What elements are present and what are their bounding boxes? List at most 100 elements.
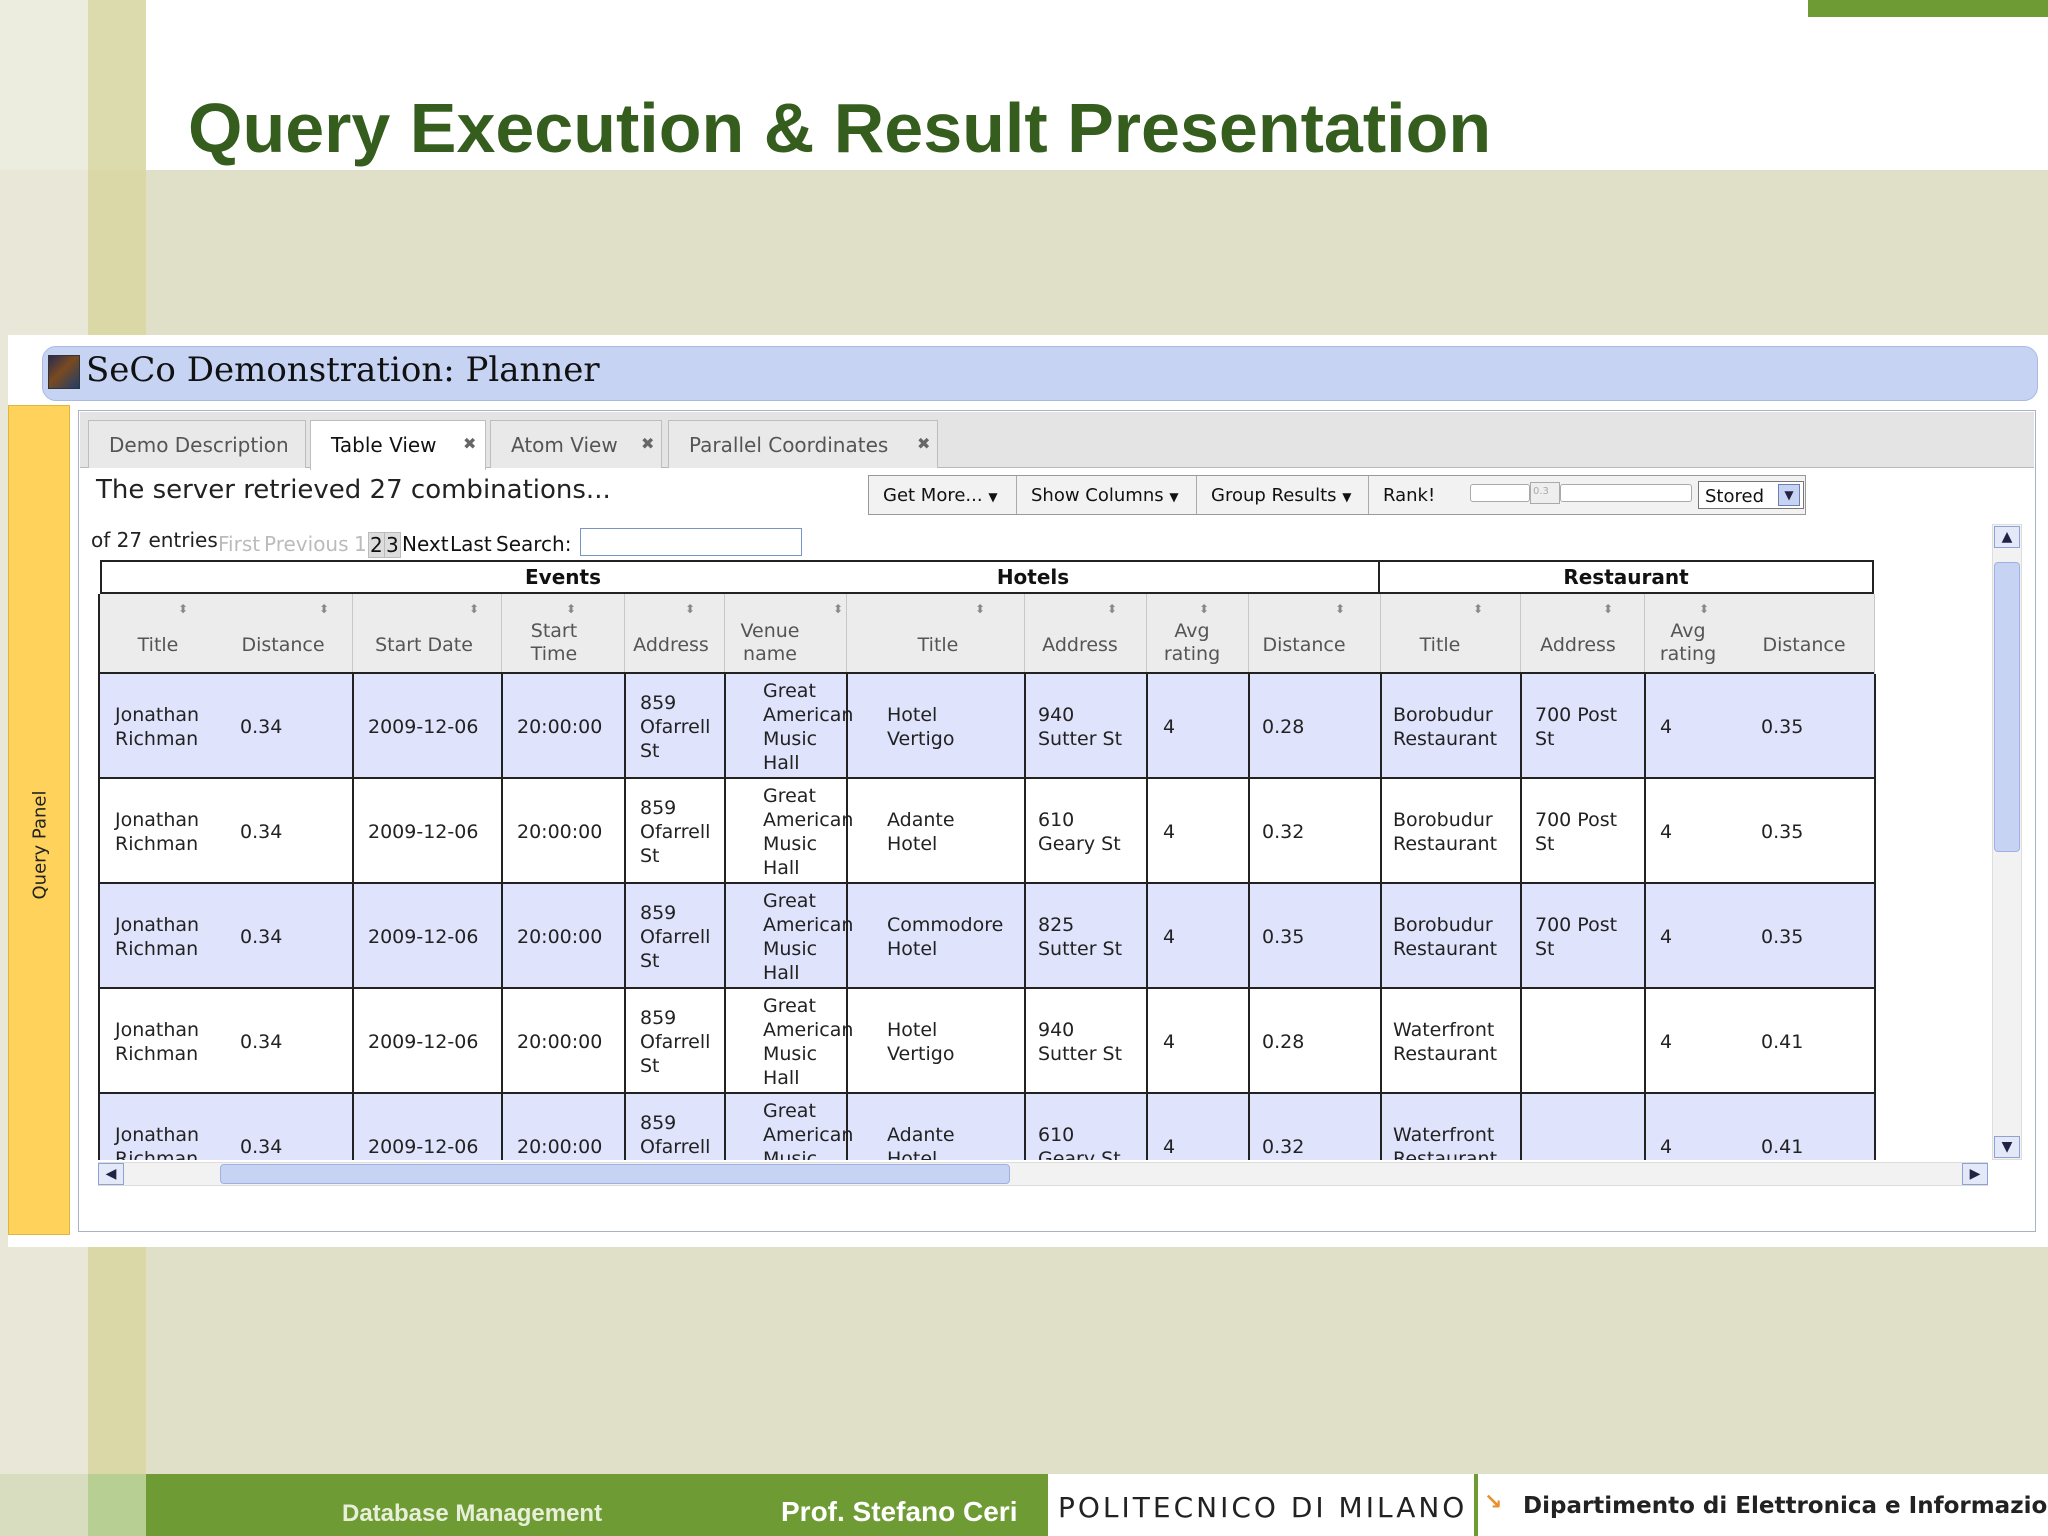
table-cell: Commodore [887,913,1004,936]
table-cell: 0.41 [1761,1135,1804,1158]
sort-icon[interactable]: ⬍ [685,602,695,616]
sort-icon[interactable]: ⬍ [1699,602,1709,616]
pager-page-1[interactable]: 1 [354,532,367,556]
close-icon[interactable]: ✖ [917,434,930,453]
column-header-label[interactable]: Start [494,620,614,643]
get-more-button[interactable]: Get More... ▼ [869,476,1017,514]
column-divider [1644,674,1646,1160]
tab-atom-view[interactable]: Atom View ✖ [490,420,662,468]
footer-decor [88,1474,146,1536]
table-cell: 0.35 [1761,925,1804,948]
column-header-label[interactable]: name [710,643,830,666]
column-header-divider [1146,594,1147,674]
table-cell: St [640,844,660,867]
sort-icon[interactable]: ⬍ [1199,602,1209,616]
table-cell: 0.34 [240,1135,283,1158]
table-cell: Geary St [1038,1147,1121,1161]
column-header-label[interactable]: Venue [710,620,830,643]
sort-icon[interactable]: ⬍ [566,602,576,616]
column-header-divider [724,594,725,674]
scroll-up-icon[interactable]: ▲ [1994,526,2020,548]
rank-button[interactable]: Rank! [1369,476,1469,514]
close-icon[interactable]: ✖ [641,434,654,453]
column-header-label[interactable]: Address [1518,634,1638,657]
column-header-label[interactable]: Time [494,643,614,666]
university-name: POLITECNICO DI MILANO [1058,1491,1468,1524]
scroll-left-icon[interactable]: ◀ [98,1163,124,1185]
rank-slider-handle[interactable]: 0.3 [1530,482,1560,504]
column-header-label[interactable]: Title [878,634,998,657]
table-row[interactable] [98,779,1874,884]
sort-icon[interactable]: ⬍ [1107,602,1117,616]
tab-table-view[interactable]: Table View ✖ [310,420,486,470]
table-cell: Ofarrell [640,1030,711,1053]
table-cell: 20:00:00 [517,715,603,738]
pager-page-2[interactable]: 2 [368,532,385,558]
button-label: Show Columns [1031,485,1164,506]
column-divider [501,674,503,1160]
column-header-label[interactable]: Distance [1744,634,1864,657]
group-results-button[interactable]: Group Results ▼ [1197,476,1369,514]
search-input[interactable] [580,528,802,556]
table-row[interactable] [98,1094,1874,1160]
sort-icon[interactable]: ⬍ [1473,602,1483,616]
scroll-down-icon[interactable]: ▼ [1994,1136,2020,1158]
rank-slider-track[interactable] [1560,484,1692,502]
column-header-label[interactable]: Distance [223,634,343,657]
table-cell: 2009-12-06 [368,1135,479,1158]
tab-parallel-coordinates[interactable]: Parallel Coordinates ✖ [668,420,938,468]
chevron-down-icon[interactable]: ▼ [1778,484,1800,506]
table-row[interactable] [98,989,1874,1094]
rank-slider-track[interactable] [1470,484,1530,502]
table-cell: Music [763,1147,818,1161]
table-cell: Ofarrell [640,820,711,843]
table-row[interactable] [98,884,1874,989]
table-cell: Vertigo [887,1042,955,1065]
vertical-scroll-thumb[interactable] [1994,562,2020,852]
sort-icon[interactable]: ⬍ [975,602,985,616]
table-row[interactable] [98,674,1874,779]
table-cell: Richman [115,1147,199,1161]
sort-icon[interactable]: ⬍ [833,602,843,616]
table-cell: 0.34 [240,1030,283,1053]
sort-icon[interactable]: ⬍ [319,602,329,616]
column-header-label[interactable]: Address [1020,634,1140,657]
table-cell: Music [763,1042,818,1065]
column-header-label[interactable]: Title [98,634,218,657]
table-cell: 859 [640,691,677,714]
column-header-label[interactable]: Title [1380,634,1500,657]
close-icon[interactable]: ✖ [463,434,476,453]
sort-icon[interactable]: ⬍ [1603,602,1613,616]
horizontal-scroll-thumb[interactable] [220,1164,1010,1184]
column-header-label[interactable]: Distance [1244,634,1364,657]
rank-slider-value: 0.3 [1533,486,1549,497]
column-header-divider [624,594,625,674]
column-header-label[interactable]: Avg [1628,620,1748,643]
sort-icon[interactable]: ⬍ [1335,602,1345,616]
tab-demo-description[interactable]: Demo Description [88,420,306,468]
pager-previous[interactable]: Previous [264,532,349,556]
column-header-label[interactable]: Avg [1132,620,1252,643]
pager-next[interactable]: Next [402,532,449,556]
pager-last[interactable]: Last [450,532,492,556]
table-cell: Adante [887,1123,955,1146]
column-divider [1248,674,1250,1160]
column-header-label[interactable]: Start Date [364,634,484,657]
column-header-label[interactable]: rating [1628,643,1748,666]
sort-icon[interactable]: ⬍ [469,602,479,616]
sort-icon[interactable]: ⬍ [178,602,188,616]
table-cell: Hotel [887,703,938,726]
column-header-divider [1380,594,1381,674]
pager-page-3[interactable]: 3 [384,532,401,558]
button-label: Get More... [883,485,983,506]
table-cell: 0.35 [1262,925,1305,948]
table-cell: Hall [763,856,800,879]
show-columns-button[interactable]: Show Columns ▼ [1017,476,1197,514]
table-group-header: Hotels [996,565,1070,589]
table-cell: Vertigo [887,727,955,750]
table-cell: 610 [1038,808,1075,831]
scroll-right-icon[interactable]: ▶ [1962,1163,1988,1185]
pager-first[interactable]: First [218,532,260,556]
column-header-label[interactable]: rating [1132,643,1252,666]
table-header-bottom-border [98,672,1874,674]
